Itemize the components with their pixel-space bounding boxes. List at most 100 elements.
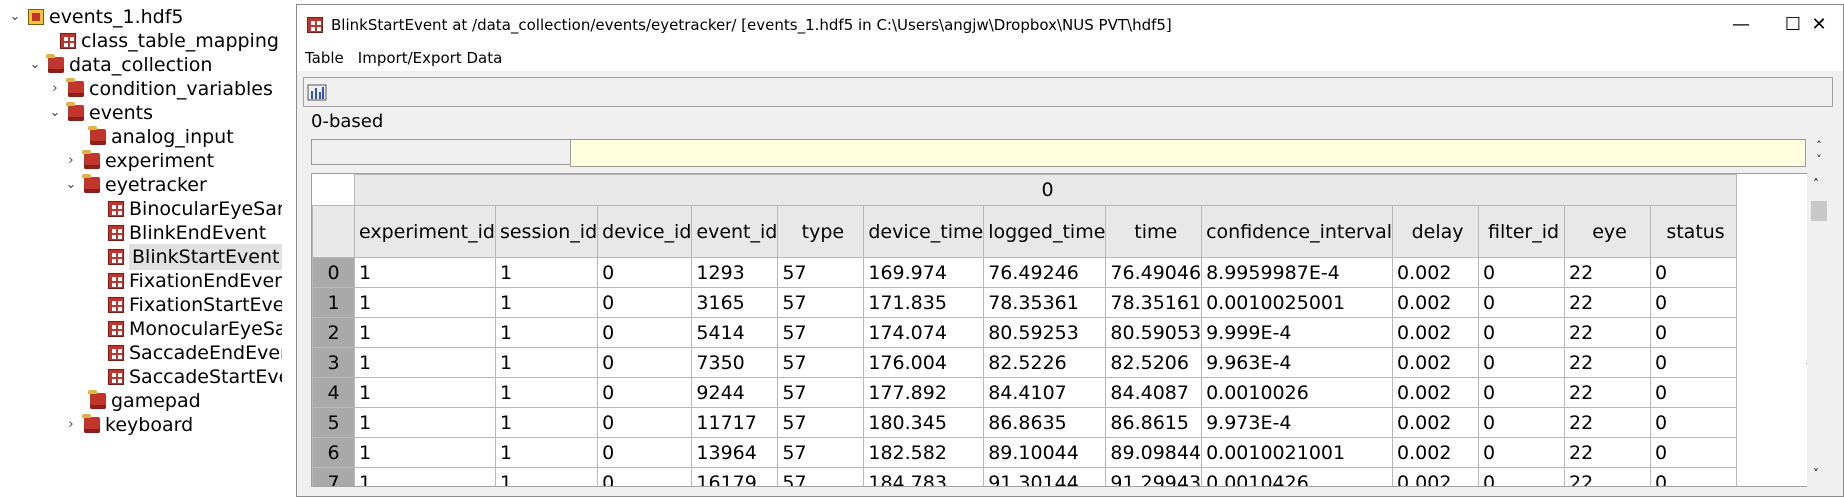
table-cell[interactable]: 1	[354, 317, 496, 348]
table-cell[interactable]: 1	[494, 257, 599, 288]
table-cell[interactable]: 86.8635	[983, 407, 1107, 438]
tree-item[interactable]: › keyboard	[64, 412, 193, 438]
chevron-down-icon[interactable]: ⌄	[64, 172, 78, 198]
close-button[interactable]: ✕	[1793, 5, 1844, 45]
vertical-scrollbar[interactable]: ˄ ˅	[1807, 173, 1831, 487]
table-cell[interactable]: 174.074	[863, 317, 985, 348]
table-cell[interactable]: 0	[597, 347, 693, 378]
table-cell[interactable]: 0.0010026	[1201, 377, 1394, 408]
table-cell[interactable]: 82.5206	[1105, 347, 1203, 378]
table-cell[interactable]: 57	[777, 407, 865, 438]
table-cell[interactable]: 13964	[691, 437, 779, 468]
chevron-down-icon[interactable]: ⌄	[48, 100, 62, 126]
table-cell[interactable]: 22	[1564, 377, 1652, 408]
table-cell[interactable]: 0	[1650, 287, 1738, 318]
table-cell[interactable]: 0	[1650, 437, 1738, 468]
table-cell[interactable]: 180.345	[863, 407, 985, 438]
table-cell[interactable]: 84.4087	[1105, 377, 1203, 408]
table-cell[interactable]: 0.002	[1392, 287, 1480, 318]
table-cell[interactable]: 176.004	[863, 347, 985, 378]
table-cell[interactable]: 57	[777, 377, 865, 408]
table-cell[interactable]: 16179	[691, 467, 779, 486]
row-number[interactable]: 3	[312, 347, 355, 378]
table-cell[interactable]: 57	[777, 467, 865, 486]
tree-item[interactable]: ⌄ data_collection	[28, 52, 212, 78]
tree-item[interactable]: ⌄ eyetracker	[64, 172, 207, 198]
table-cell[interactable]: 9244	[691, 377, 779, 408]
tree-item[interactable]: FixationEndEvent	[88, 268, 282, 294]
tree-item[interactable]: MonocularEyeSar	[88, 316, 282, 342]
table-cell[interactable]: 80.59253	[983, 317, 1107, 348]
table-cell[interactable]: 3165	[691, 287, 779, 318]
tree-item[interactable]: BlinkEndEvent	[88, 220, 266, 246]
table-cell[interactable]: 57	[777, 437, 865, 468]
table-cell[interactable]: 0.002	[1392, 407, 1480, 438]
row-number[interactable]: 6	[312, 437, 355, 468]
menu-table[interactable]: Table	[305, 49, 344, 67]
table-cell[interactable]: 0.0010025001	[1201, 287, 1394, 318]
table-cell[interactable]: 0	[1478, 257, 1566, 288]
table-cell[interactable]: 22	[1564, 437, 1652, 468]
value-field-scroll[interactable]: ˄ ˅	[1809, 139, 1829, 169]
row-number[interactable]: 2	[312, 317, 355, 348]
table-cell[interactable]: 1	[354, 437, 496, 468]
chart-icon[interactable]	[307, 82, 327, 102]
column-header[interactable]: delay	[1392, 205, 1480, 258]
tree-item[interactable]: › experiment	[64, 148, 214, 174]
tree-item[interactable]: BinocularEyeSam	[88, 196, 282, 222]
table-cell[interactable]: 1	[354, 377, 496, 408]
table-cell[interactable]: 11717	[691, 407, 779, 438]
cell-value-field[interactable]	[570, 139, 1806, 167]
table-cell[interactable]: 0	[1650, 257, 1738, 288]
table-cell[interactable]: 0	[1478, 407, 1566, 438]
table-cell[interactable]: 0.0010426	[1201, 467, 1394, 486]
table-cell[interactable]: 182.582	[863, 437, 985, 468]
table-cell[interactable]: 0	[1650, 467, 1738, 486]
table-cell[interactable]: 0.002	[1392, 347, 1480, 378]
table-cell[interactable]: 1	[494, 407, 599, 438]
cell-location-field[interactable]	[311, 139, 575, 165]
table-cell[interactable]: 57	[777, 317, 865, 348]
scroll-thumb[interactable]	[1811, 201, 1827, 221]
table-cell[interactable]: 0	[1650, 377, 1738, 408]
column-header[interactable]: device_time	[863, 205, 985, 258]
table-cell[interactable]: 7350	[691, 347, 779, 378]
table-cell[interactable]: 84.4107	[983, 377, 1107, 408]
column-header[interactable]: event_id	[691, 205, 779, 258]
column-header[interactable]: type	[777, 205, 865, 258]
table-cell[interactable]: 184.783	[863, 467, 985, 486]
table-cell[interactable]: 57	[777, 347, 865, 378]
table-cell[interactable]: 91.29943	[1105, 467, 1203, 486]
table-cell[interactable]: 0	[1478, 437, 1566, 468]
column-header[interactable]: status	[1650, 205, 1738, 258]
tree-item[interactable]: analog_input	[70, 124, 234, 150]
column-header[interactable]: filter_id	[1478, 205, 1566, 258]
table-cell[interactable]: 0	[597, 257, 693, 288]
tree-item[interactable]: FixationStartEven	[88, 292, 282, 318]
tree-item[interactable]: SaccadeStartEve	[88, 364, 282, 390]
chevron-right-icon[interactable]: ›	[48, 76, 62, 102]
table-cell[interactable]: 0	[1650, 407, 1738, 438]
table-cell[interactable]: 89.09844	[1105, 437, 1203, 468]
table-cell[interactable]: 76.49246	[983, 257, 1107, 288]
column-header[interactable]: time	[1105, 205, 1203, 258]
table-cell[interactable]: 22	[1564, 317, 1652, 348]
table-cell[interactable]: 0	[597, 377, 693, 408]
chevron-down-icon[interactable]: ⌄	[28, 52, 42, 78]
table-cell[interactable]: 0.002	[1392, 317, 1480, 348]
table-cell[interactable]: 1	[354, 287, 496, 318]
title-bar[interactable]: BlinkStartEvent at /data_collection/even…	[297, 5, 1843, 45]
table-cell[interactable]: 57	[777, 257, 865, 288]
table-cell[interactable]: 1	[494, 437, 599, 468]
table-cell[interactable]: 0	[597, 407, 693, 438]
table-cell[interactable]: 0.002	[1392, 377, 1480, 408]
table-cell[interactable]: 0.002	[1392, 257, 1480, 288]
table-cell[interactable]: 0	[597, 437, 693, 468]
tree-item[interactable]: ⌄ events_1.hdf5	[8, 4, 184, 30]
chevron-down-icon[interactable]: ⌄	[8, 4, 22, 30]
table-cell[interactable]: 0	[1478, 467, 1566, 486]
table-cell[interactable]: 177.892	[863, 377, 985, 408]
table-cell[interactable]: 171.835	[863, 287, 985, 318]
table-cell[interactable]: 0.002	[1392, 437, 1480, 468]
table-cell[interactable]: 0	[1650, 347, 1738, 378]
